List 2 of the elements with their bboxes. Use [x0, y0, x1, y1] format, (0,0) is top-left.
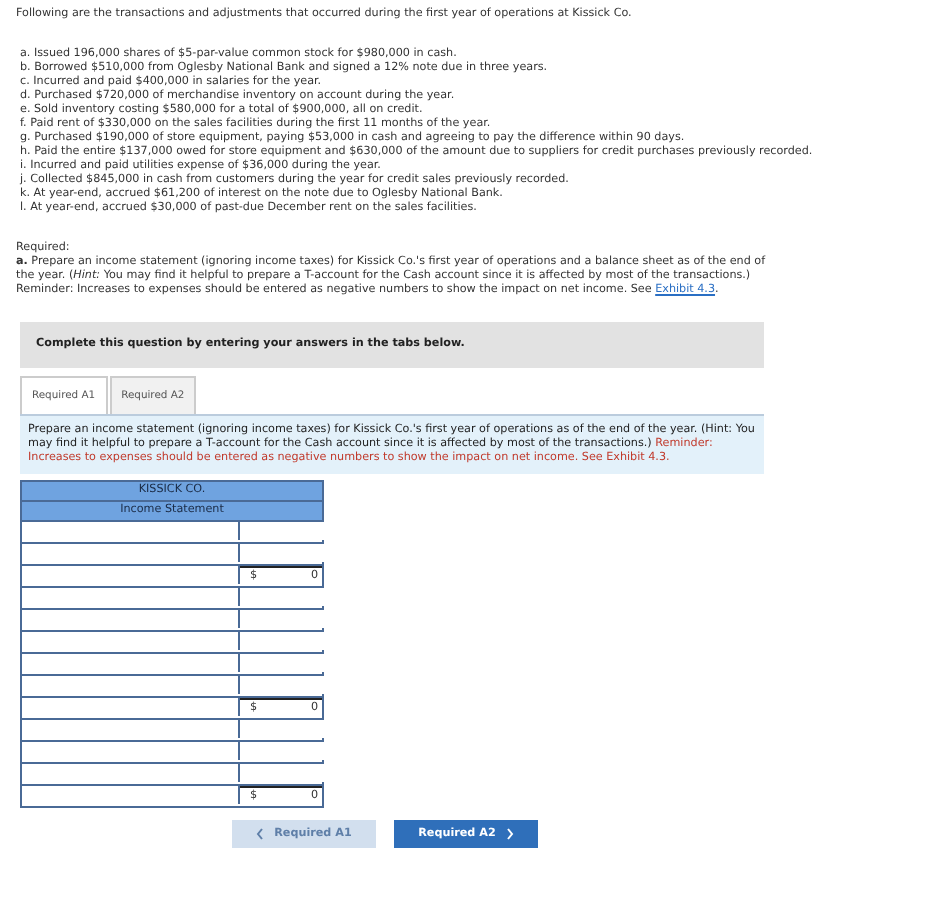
chevron-left-icon — [256, 828, 265, 840]
chevron-right-icon — [505, 828, 514, 840]
